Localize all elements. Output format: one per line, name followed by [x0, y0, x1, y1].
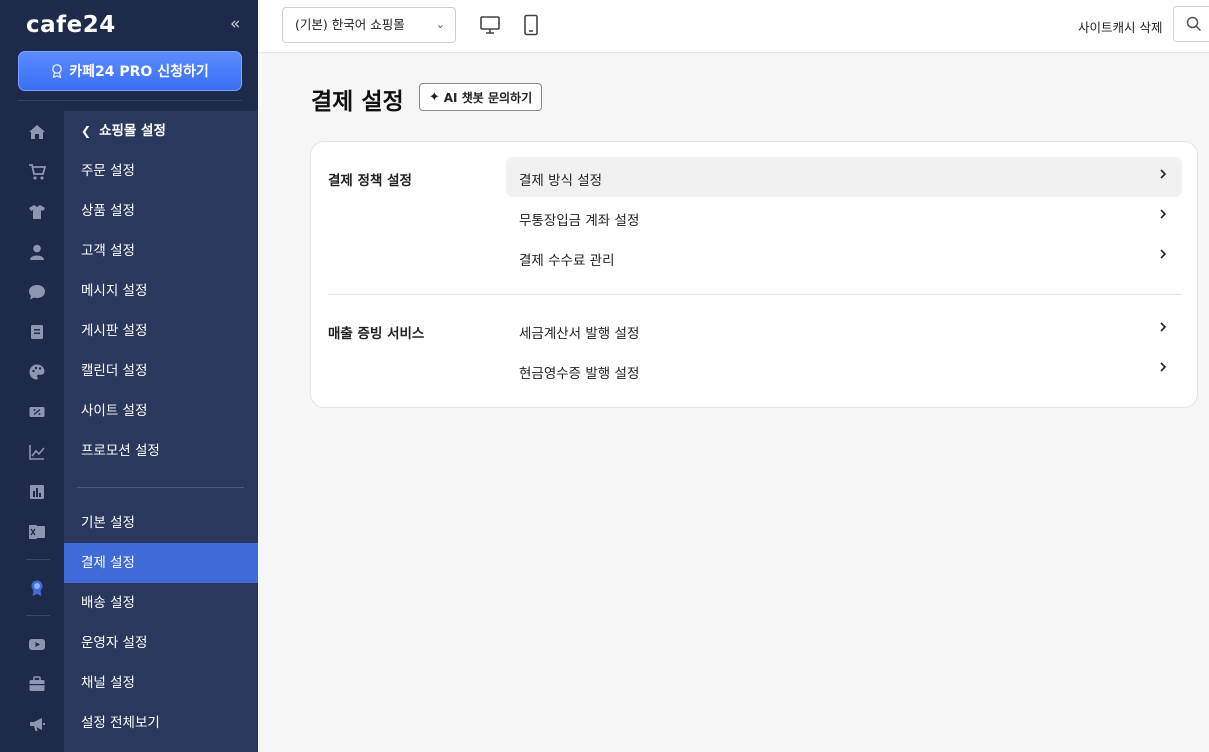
collapse-sidebar-icon[interactable]: « [230, 14, 240, 34]
cafe24-logo[interactable]: cafe24 [26, 12, 116, 38]
sidebar-item-operator[interactable]: 운영자 설정 [64, 623, 258, 663]
row-payment-fee[interactable]: 결제 수수료 관리 [506, 237, 1182, 277]
palette-icon[interactable] [28, 363, 46, 381]
sidebar: cafe24 « 카페24 PRO 신청하기 ❮ 쇼핑몰 설정 주문 설정 상품 … [0, 0, 258, 752]
iconbar-divider [26, 615, 50, 616]
sidebar-item-promotion[interactable]: 프로모션 설정 [64, 431, 258, 471]
row-cash-receipt[interactable]: 현금영수증 발행 설정 [506, 350, 1182, 390]
sidebar-item-product[interactable]: 상품 설정 [64, 191, 258, 231]
chevron-right-icon [1160, 169, 1167, 179]
shirt-icon[interactable] [28, 203, 46, 221]
chevron-right-icon [1160, 209, 1167, 219]
sidebar-item-shipping[interactable]: 배송 설정 [64, 583, 258, 623]
search-button[interactable] [1173, 6, 1209, 42]
logo-row: cafe24 « [0, 0, 258, 50]
sparkle-icon: ✦ [428, 89, 440, 105]
home-icon[interactable] [28, 123, 46, 141]
settings-submenu: ❮ 쇼핑몰 설정 주문 설정 상품 설정 고객 설정 메시지 설정 게시판 설정 … [64, 111, 258, 752]
back-to-shop-settings[interactable]: ❮ 쇼핑몰 설정 [64, 111, 258, 151]
shop-select[interactable]: (기본) 한국어 쇼핑몰 ⌄ [282, 7, 456, 43]
medal-icon[interactable] [28, 579, 46, 597]
page-title: 결제 설정 [311, 89, 404, 115]
cart-icon[interactable] [28, 163, 46, 181]
pro-apply-button[interactable]: 카페24 PRO 신청하기 [18, 51, 242, 91]
section-title-payment-policy: 결제 정책 설정 [328, 173, 412, 189]
excel-icon[interactable] [28, 523, 46, 541]
submenu-divider [77, 487, 244, 488]
board-icon[interactable] [28, 323, 46, 341]
sidebar-item-calendar[interactable]: 캘린더 설정 [64, 351, 258, 391]
desktop-view-icon[interactable] [479, 14, 501, 36]
pro-button-label: 카페24 PRO 신청하기 [69, 64, 209, 80]
payment-settings-card: 결제 정책 설정 결제 방식 설정 무통장입금 계좌 설정 결제 수수료 관리 … [310, 141, 1198, 408]
sidebar-item-payment[interactable]: 결제 설정 [64, 543, 258, 583]
row-payment-method[interactable]: 결제 방식 설정 [506, 157, 1182, 197]
chevron-left-icon: ❮ [81, 124, 92, 138]
section-divider [328, 294, 1182, 295]
top-bar: (기본) 한국어 쇼핑몰 ⌄ 사이트캐시 삭제 [258, 0, 1209, 53]
sidebar-item-all-settings[interactable]: 설정 전체보기 [64, 703, 258, 743]
sidebar-item-message[interactable]: 메시지 설정 [64, 271, 258, 311]
chevron-right-icon [1160, 249, 1167, 259]
chevron-right-icon [1160, 322, 1167, 332]
chart-icon[interactable] [28, 443, 46, 461]
chat-icon[interactable] [28, 283, 46, 301]
chevron-down-icon: ⌄ [435, 18, 445, 31]
sidebar-item-customer[interactable]: 고객 설정 [64, 231, 258, 271]
mobile-view-icon[interactable] [520, 14, 542, 36]
user-icon[interactable] [28, 243, 46, 261]
ai-chatbot-button[interactable]: ✦ AI 챗봇 문의하기 [419, 83, 542, 111]
sidebar-item-board[interactable]: 게시판 설정 [64, 311, 258, 351]
chevron-right-icon [1160, 362, 1167, 372]
sidebar-item-basic[interactable]: 기본 설정 [64, 503, 258, 543]
stats-icon[interactable] [28, 483, 46, 501]
icon-bar [0, 111, 64, 752]
row-tax-invoice[interactable]: 세금계산서 발행 설정 [506, 310, 1182, 350]
section-title-sales-proof: 매출 증빙 서비스 [328, 326, 425, 342]
briefcase-icon[interactable] [28, 675, 46, 693]
medal-icon [52, 64, 63, 78]
sidebar-item-order[interactable]: 주문 설정 [64, 151, 258, 191]
clear-site-cache-link[interactable]: 사이트캐시 삭제 [1078, 17, 1162, 36]
iconbar-divider [26, 559, 50, 560]
sidebar-divider [18, 100, 242, 101]
sidebar-item-channel[interactable]: 채널 설정 [64, 663, 258, 703]
search-icon [1186, 16, 1202, 32]
youtube-icon[interactable] [28, 635, 46, 653]
sidebar-item-site[interactable]: 사이트 설정 [64, 391, 258, 431]
promo-icon[interactable] [28, 403, 46, 421]
row-bank-account[interactable]: 무통장입금 계좌 설정 [506, 197, 1182, 237]
megaphone-icon[interactable] [28, 715, 46, 733]
